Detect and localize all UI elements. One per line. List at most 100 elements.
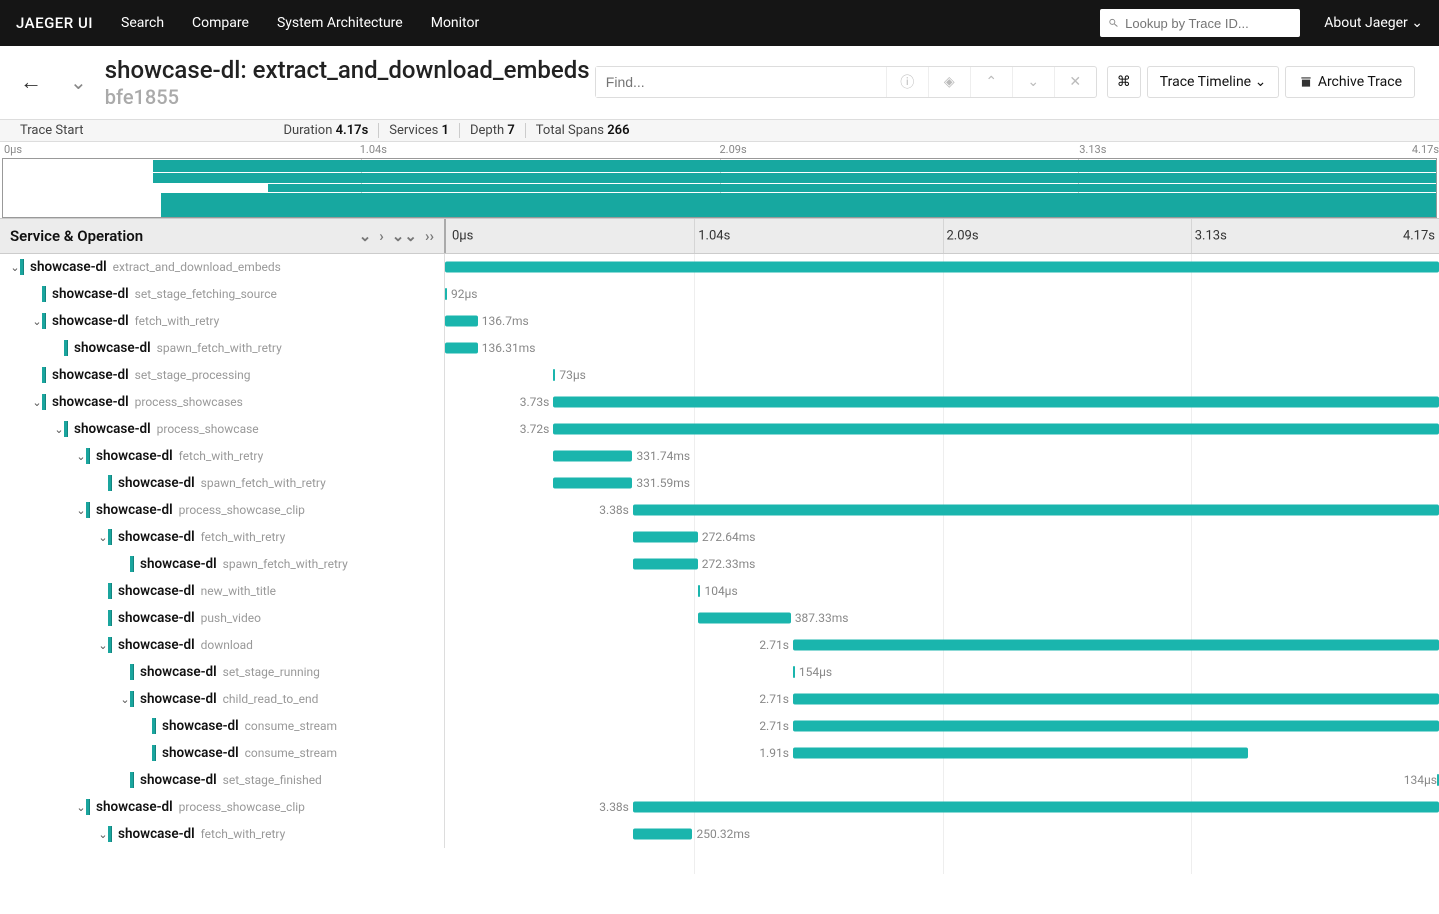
span-row[interactable]: ⌄showcase-dlprocess_showcases3.73s (0, 389, 1439, 416)
lookup-box[interactable] (1100, 9, 1300, 37)
service-color-tick (130, 691, 134, 707)
caret-icon[interactable]: ⌄ (32, 315, 42, 328)
span-bar[interactable] (633, 532, 698, 543)
span-bar[interactable] (553, 397, 1439, 408)
span-bar[interactable] (445, 343, 478, 354)
span-bar[interactable] (793, 721, 1439, 732)
span-bar[interactable] (698, 613, 790, 624)
span-bar[interactable] (633, 505, 1439, 516)
operation-name: process_showcase_clip (179, 800, 305, 814)
span-bar[interactable] (445, 262, 1439, 273)
caret-icon[interactable]: ⌄ (98, 531, 108, 544)
collapse-toggle-icon[interactable]: ⌄ (70, 70, 87, 94)
span-row[interactable]: ⌄showcase-dlextract_and_download_embeds (0, 254, 1439, 281)
service-name: showcase-dl (52, 367, 129, 383)
operation-name: spawn_fetch_with_retry (157, 341, 282, 355)
nav-compare[interactable]: Compare (192, 15, 249, 31)
span-bar[interactable] (445, 288, 447, 300)
service-name: showcase-dl (96, 502, 173, 518)
span-row[interactable]: showcase-dlspawn_fetch_with_retry272.33m… (0, 551, 1439, 578)
caret-icon[interactable]: ⌄ (76, 504, 86, 517)
lookup-input[interactable] (1125, 16, 1292, 31)
span-bar[interactable] (553, 478, 632, 489)
minimap[interactable] (2, 158, 1437, 218)
operation-name: spawn_fetch_with_retry (201, 476, 326, 490)
span-duration-label: 2.71s (759, 638, 789, 652)
span-bar[interactable] (793, 640, 1439, 651)
span-row[interactable]: ⌄showcase-dlfetch_with_retry136.7ms (0, 308, 1439, 335)
caret-icon[interactable]: ⌄ (10, 261, 20, 274)
span-row[interactable]: ⌄showcase-dlprocess_showcase3.72s (0, 416, 1439, 443)
operation-name: process_showcases (135, 395, 243, 409)
span-row[interactable]: showcase-dlpush_video387.33ms (0, 605, 1439, 632)
view-dropdown[interactable]: Trace Timeline ⌄ (1147, 66, 1280, 98)
caret-icon[interactable]: ⌄ (120, 693, 130, 706)
expand-all-icon[interactable]: ›› (425, 227, 434, 245)
span-bar[interactable] (633, 829, 693, 840)
span-row[interactable]: showcase-dlconsume_stream1.91s (0, 740, 1439, 767)
service-color-tick (130, 556, 134, 572)
operation-name: process_showcase (157, 422, 259, 436)
span-bar[interactable] (793, 748, 1248, 759)
service-color-tick (152, 745, 156, 761)
caret-icon[interactable]: ⌄ (98, 639, 108, 652)
service-color-tick (20, 259, 24, 275)
clear-find-icon[interactable]: ✕ (1054, 67, 1096, 97)
span-bar[interactable] (553, 451, 632, 462)
nav-system-architecture[interactable]: System Architecture (277, 15, 403, 31)
span-bar[interactable] (633, 559, 698, 570)
service-color-tick (108, 826, 112, 842)
back-arrow-icon[interactable]: ← (20, 69, 42, 95)
span-row[interactable]: showcase-dlspawn_fetch_with_retry331.59m… (0, 470, 1439, 497)
span-bar[interactable] (633, 802, 1439, 813)
operation-name: consume_stream (245, 746, 337, 760)
span-row[interactable]: showcase-dlconsume_stream2.71s (0, 713, 1439, 740)
span-bar[interactable] (793, 666, 795, 678)
caret-icon[interactable]: ⌄ (76, 450, 86, 463)
span-row[interactable]: ⌄showcase-dlprocess_showcase_clip3.38s (0, 794, 1439, 821)
span-row[interactable]: ⌄showcase-dlfetch_with_retry250.32ms (0, 821, 1439, 848)
shortcuts-button[interactable]: ⌘ (1107, 66, 1141, 98)
archive-button[interactable]: Archive Trace (1285, 66, 1415, 98)
span-row[interactable]: showcase-dlnew_with_title104μs (0, 578, 1439, 605)
help-icon[interactable]: ⓘ (886, 67, 928, 97)
span-row[interactable]: showcase-dlset_stage_running154μs (0, 659, 1439, 686)
span-row[interactable]: showcase-dlset_stage_fetching_source92μs (0, 281, 1439, 308)
span-row[interactable]: showcase-dlset_stage_finished134μs (0, 767, 1439, 794)
service-name: showcase-dl (52, 286, 129, 302)
prev-match-icon[interactable]: ⌃ (970, 67, 1012, 97)
service-name: showcase-dl (74, 340, 151, 356)
collapse-all-icon[interactable]: ⌄⌄ (392, 227, 417, 245)
minimap-tick: 2.09s (720, 143, 747, 156)
operation-name: process_showcase_clip (179, 503, 305, 517)
span-row[interactable]: ⌄showcase-dlchild_read_to_end2.71s (0, 686, 1439, 713)
chevron-down-icon: ⌄ (1255, 74, 1267, 90)
span-row[interactable]: ⌄showcase-dldownload2.71s (0, 632, 1439, 659)
locate-icon[interactable]: ◈ (928, 67, 970, 97)
nav-search[interactable]: Search (121, 15, 164, 31)
span-row[interactable]: ⌄showcase-dlprocess_showcase_clip3.38s (0, 497, 1439, 524)
caret-icon[interactable]: ⌄ (76, 801, 86, 814)
next-match-icon[interactable]: ⌄ (1012, 67, 1054, 97)
service-color-tick (86, 448, 90, 464)
find-input[interactable] (596, 67, 886, 97)
about-link[interactable]: About Jaeger ⌄ (1324, 15, 1423, 31)
caret-icon[interactable]: ⌄ (32, 396, 42, 409)
collapse-one-icon[interactable]: ⌄ (359, 227, 372, 245)
span-bar[interactable] (553, 369, 555, 381)
span-bar[interactable] (793, 694, 1439, 705)
span-row[interactable]: showcase-dlset_stage_processing73μs (0, 362, 1439, 389)
span-bar[interactable] (445, 316, 478, 327)
service-name: showcase-dl (140, 772, 217, 788)
span-row[interactable]: ⌄showcase-dlfetch_with_retry272.64ms (0, 524, 1439, 551)
nav-monitor[interactable]: Monitor (431, 15, 480, 31)
span-bar[interactable] (553, 424, 1439, 435)
span-bar[interactable] (698, 585, 700, 597)
span-row[interactable]: ⌄showcase-dlfetch_with_retry331.74ms (0, 443, 1439, 470)
caret-icon[interactable]: ⌄ (54, 423, 64, 436)
caret-icon[interactable]: ⌄ (98, 828, 108, 841)
span-row[interactable]: showcase-dlspawn_fetch_with_retry136.31m… (0, 335, 1439, 362)
expand-one-icon[interactable]: › (379, 227, 384, 245)
span-duration-label: 250.32ms (697, 827, 751, 841)
service-color-tick (108, 529, 112, 545)
